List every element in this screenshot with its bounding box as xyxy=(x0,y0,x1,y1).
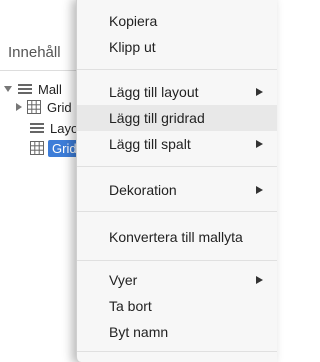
menu-item-add-column[interactable]: Lägg till spalt xyxy=(77,131,277,157)
grid-icon xyxy=(30,141,44,155)
tree-item-label: Mall xyxy=(38,81,62,97)
collapse-caret-icon[interactable] xyxy=(16,103,22,111)
menu-item-convert-to-template-area[interactable]: Konvertera till mallyta xyxy=(77,224,277,250)
menu-item-views[interactable]: Vyer xyxy=(77,267,277,293)
context-menu: Kopiera Klipp ut Lägg till layout Lägg t… xyxy=(76,0,277,362)
submenu-arrow-icon xyxy=(256,276,263,284)
panel-title: Innehåll xyxy=(8,44,61,61)
menu-item-label: Lägg till gridrad xyxy=(109,110,205,126)
menu-separator xyxy=(77,351,277,352)
menu-item-rename[interactable]: Byt namn xyxy=(77,319,277,345)
tree-item-mall[interactable]: Mall xyxy=(4,80,62,98)
menu-item-label: Byt namn xyxy=(109,324,169,340)
menu-item-label: Lägg till layout xyxy=(109,84,199,100)
tree-item-layout[interactable]: Layo xyxy=(30,119,78,137)
menu-separator xyxy=(77,166,277,167)
menu-item-label: Dekoration xyxy=(109,182,177,198)
list-icon xyxy=(18,82,32,96)
menu-item-cut[interactable]: Klipp ut xyxy=(77,34,277,60)
menu-item-label: Lägg till spalt xyxy=(109,136,191,152)
menu-separator xyxy=(77,69,277,70)
menu-item-decoration[interactable]: Dekoration xyxy=(77,177,277,203)
submenu-arrow-icon xyxy=(256,88,263,96)
expand-caret-icon[interactable] xyxy=(4,86,12,92)
menu-item-label: Kopiera xyxy=(109,13,158,29)
tree-item-label: Layo xyxy=(50,120,79,136)
tree-item-grid-selected[interactable]: Grid xyxy=(30,139,81,157)
tree-item-grid[interactable]: Grid xyxy=(16,98,72,116)
menu-item-label: Konvertera till mallyta xyxy=(109,229,243,245)
menu-item-copy[interactable]: Kopiera xyxy=(77,8,277,34)
submenu-arrow-icon xyxy=(256,140,263,148)
list-icon xyxy=(30,121,44,135)
menu-item-add-grid-row[interactable]: Lägg till gridrad xyxy=(77,105,277,131)
menu-item-add-layout[interactable]: Lägg till layout xyxy=(77,79,277,105)
grid-icon xyxy=(27,100,41,114)
menu-item-delete[interactable]: Ta bort xyxy=(77,293,277,319)
menu-item-label: Ta bort xyxy=(109,298,152,314)
menu-separator xyxy=(77,260,277,261)
menu-item-label: Klipp ut xyxy=(109,39,156,55)
submenu-arrow-icon xyxy=(256,186,263,194)
menu-item-label: Vyer xyxy=(109,272,138,288)
tree-item-label: Grid xyxy=(47,99,72,115)
menu-separator xyxy=(77,211,277,212)
